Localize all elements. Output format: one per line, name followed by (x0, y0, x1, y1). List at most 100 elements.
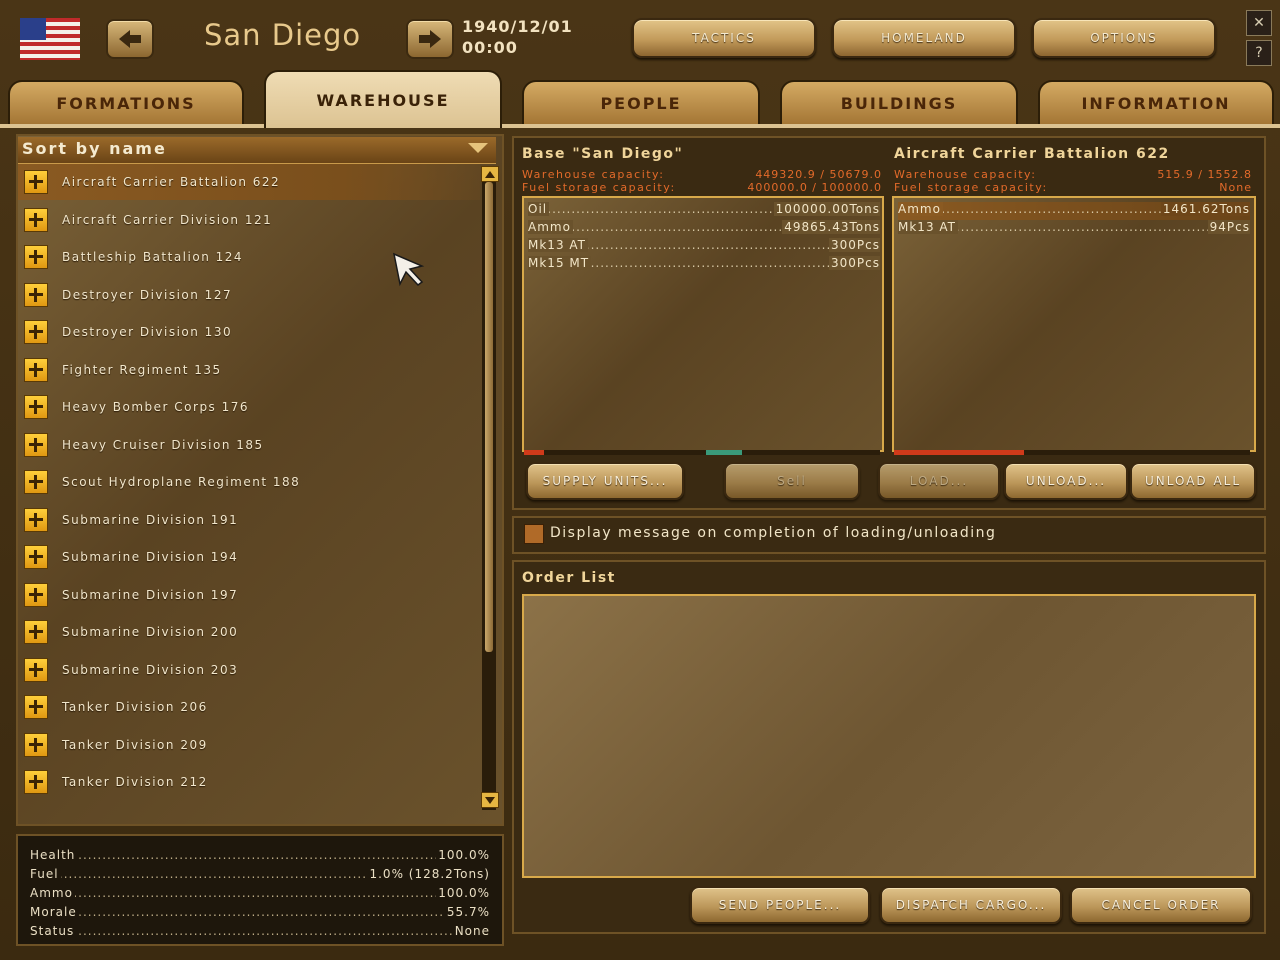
unload-all-button[interactable]: UNLOAD ALL (1130, 462, 1256, 500)
tab-formations[interactable]: FORMATIONS (8, 80, 244, 124)
options-button[interactable]: OPTIONS (1032, 18, 1216, 58)
sell-button[interactable]: Sell (724, 462, 860, 500)
list-item[interactable]: Submarine Division 194 (18, 539, 480, 575)
unit-warehouse-capacity-value: 515.9 / 1552.8 (1157, 168, 1252, 181)
order-list-title: Order List (522, 570, 616, 586)
tab-people[interactable]: PEOPLE (522, 80, 760, 124)
cancel-order-button[interactable]: CANCEL ORDER (1070, 886, 1252, 924)
list-item[interactable]: Tanker Division 209 (18, 727, 480, 763)
expand-icon[interactable] (24, 170, 48, 194)
stat-status: ........................................… (30, 924, 490, 938)
expand-icon[interactable] (24, 207, 48, 232)
expand-icon[interactable] (24, 657, 48, 682)
cargo-row[interactable]: ........................................… (528, 256, 880, 274)
tab-information[interactable]: INFORMATION (1038, 80, 1274, 124)
expand-icon[interactable] (24, 395, 48, 419)
load-button[interactable]: LOAD... (878, 462, 1000, 500)
unit-fuel-capacity-label: Fuel storage capacity: (894, 181, 1048, 194)
list-item[interactable]: Heavy Cruiser Division 185 (18, 427, 480, 463)
list-item[interactable]: Aircraft Carrier Division 121 (18, 202, 480, 238)
city-name: San Diego (204, 18, 362, 52)
base-cargo-list: ........................................… (522, 196, 884, 452)
expand-icon[interactable] (24, 695, 48, 719)
cargo-row[interactable]: ........................................… (898, 202, 1250, 220)
base-fuel-capacity-value: 400000.0 / 100000.0 (747, 181, 882, 194)
arrow-down-icon (485, 796, 495, 804)
arrow-right-icon (419, 30, 441, 48)
help-icon: ? (1255, 45, 1263, 61)
order-list[interactable] (522, 594, 1256, 878)
stat-ammo: ........................................… (30, 886, 490, 900)
arrow-left-icon (119, 30, 141, 48)
tab-buildings[interactable]: BUILDINGS (780, 80, 1018, 124)
list-item[interactable]: Submarine Division 191 (18, 502, 480, 538)
list-item[interactable]: Submarine Division 200 (18, 614, 480, 650)
sort-label: Sort by name (22, 139, 167, 158)
tactics-button[interactable]: TACTICS (632, 18, 816, 58)
scroll-up-button[interactable] (481, 166, 499, 182)
unit-cargo-list: ........................................… (892, 196, 1256, 452)
list-item[interactable]: Scout Hydroplane Regiment 188 (18, 464, 480, 500)
list-item[interactable]: Submarine Division 203 (18, 652, 480, 688)
help-button[interactable]: ? (1246, 40, 1272, 66)
close-icon: ✕ (1253, 15, 1265, 31)
expand-icon[interactable] (24, 470, 48, 494)
display-message-checkbox[interactable] (524, 524, 544, 544)
cargo-row[interactable]: ........................................… (528, 238, 880, 256)
unit-stats-panel: ........................................… (16, 834, 504, 946)
chevron-down-icon[interactable] (468, 143, 488, 153)
expand-icon[interactable] (24, 770, 48, 794)
unit-capacity-fill (894, 450, 1024, 455)
game-date: 1940/12/01 (462, 17, 573, 36)
supply-units-button[interactable]: SUPPLY UNITS... (526, 462, 684, 500)
arrow-up-icon (485, 170, 495, 178)
expand-icon[interactable] (24, 282, 48, 307)
display-message-label: Display message on completion of loading… (550, 525, 997, 541)
list-item[interactable]: Tanker Division 206 (18, 689, 480, 725)
list-item[interactable]: Submarine Division 197 (18, 577, 480, 613)
tab-warehouse[interactable]: WAREHOUSE (264, 70, 502, 128)
list-item[interactable]: Tanker Division 212 (18, 764, 480, 800)
unit-title: Aircraft Carrier Battalion 622 (894, 146, 1170, 162)
expand-icon[interactable] (24, 432, 48, 457)
expand-icon[interactable] (24, 620, 48, 644)
send-people-button[interactable]: SEND PEOPLE... (690, 886, 870, 924)
homeland-button[interactable]: HOMELAND (832, 18, 1016, 58)
base-warehouse-capacity-label: Warehouse capacity: (522, 168, 665, 181)
base-title: Base "San Diego" (522, 146, 684, 162)
list-item[interactable]: Heavy Bomber Corps 176 (18, 389, 480, 425)
stat-morale: ........................................… (30, 905, 490, 919)
expand-icon[interactable] (24, 357, 48, 382)
unit-fuel-capacity-value: None (1219, 181, 1252, 194)
expand-icon[interactable] (24, 245, 48, 269)
scroll-down-button[interactable] (481, 792, 499, 808)
expand-icon[interactable] (24, 507, 48, 532)
mouse-cursor-icon (392, 252, 425, 287)
stat-health: ........................................… (30, 848, 490, 862)
cargo-row[interactable]: ........................................… (528, 220, 880, 238)
dispatch-cargo-button[interactable]: DISPATCH CARGO... (880, 886, 1062, 924)
base-warehouse-capacity-value: 449320.9 / 50679.0 (755, 168, 882, 181)
stat-fuel: ........................................… (30, 867, 490, 881)
expand-icon[interactable] (24, 582, 48, 607)
close-button[interactable]: ✕ (1246, 10, 1272, 36)
cargo-row[interactable]: ........................................… (898, 220, 1250, 238)
previous-city-button[interactable] (106, 19, 154, 59)
base-capacity-bar (524, 450, 880, 455)
list-item[interactable]: Aircraft Carrier Battalion 622 (18, 164, 480, 200)
base-fuel-capacity-label: Fuel storage capacity: (522, 181, 676, 194)
base-capacity-fill (524, 450, 544, 455)
tab-strip-divider (0, 124, 1280, 128)
unit-warehouse-capacity-label: Warehouse capacity: (894, 168, 1037, 181)
expand-icon[interactable] (24, 545, 48, 569)
game-time: 00:00 (462, 38, 518, 57)
list-item[interactable]: Destroyer Division 130 (18, 314, 480, 350)
usa-flag-icon (20, 18, 80, 60)
unload-button[interactable]: UNLOAD... (1004, 462, 1128, 500)
scrollbar-thumb[interactable] (485, 182, 493, 652)
expand-icon[interactable] (24, 320, 48, 344)
list-item[interactable]: Fighter Regiment 135 (18, 352, 480, 388)
cargo-row[interactable]: ........................................… (528, 202, 880, 220)
next-city-button[interactable] (406, 19, 454, 59)
expand-icon[interactable] (24, 732, 48, 757)
